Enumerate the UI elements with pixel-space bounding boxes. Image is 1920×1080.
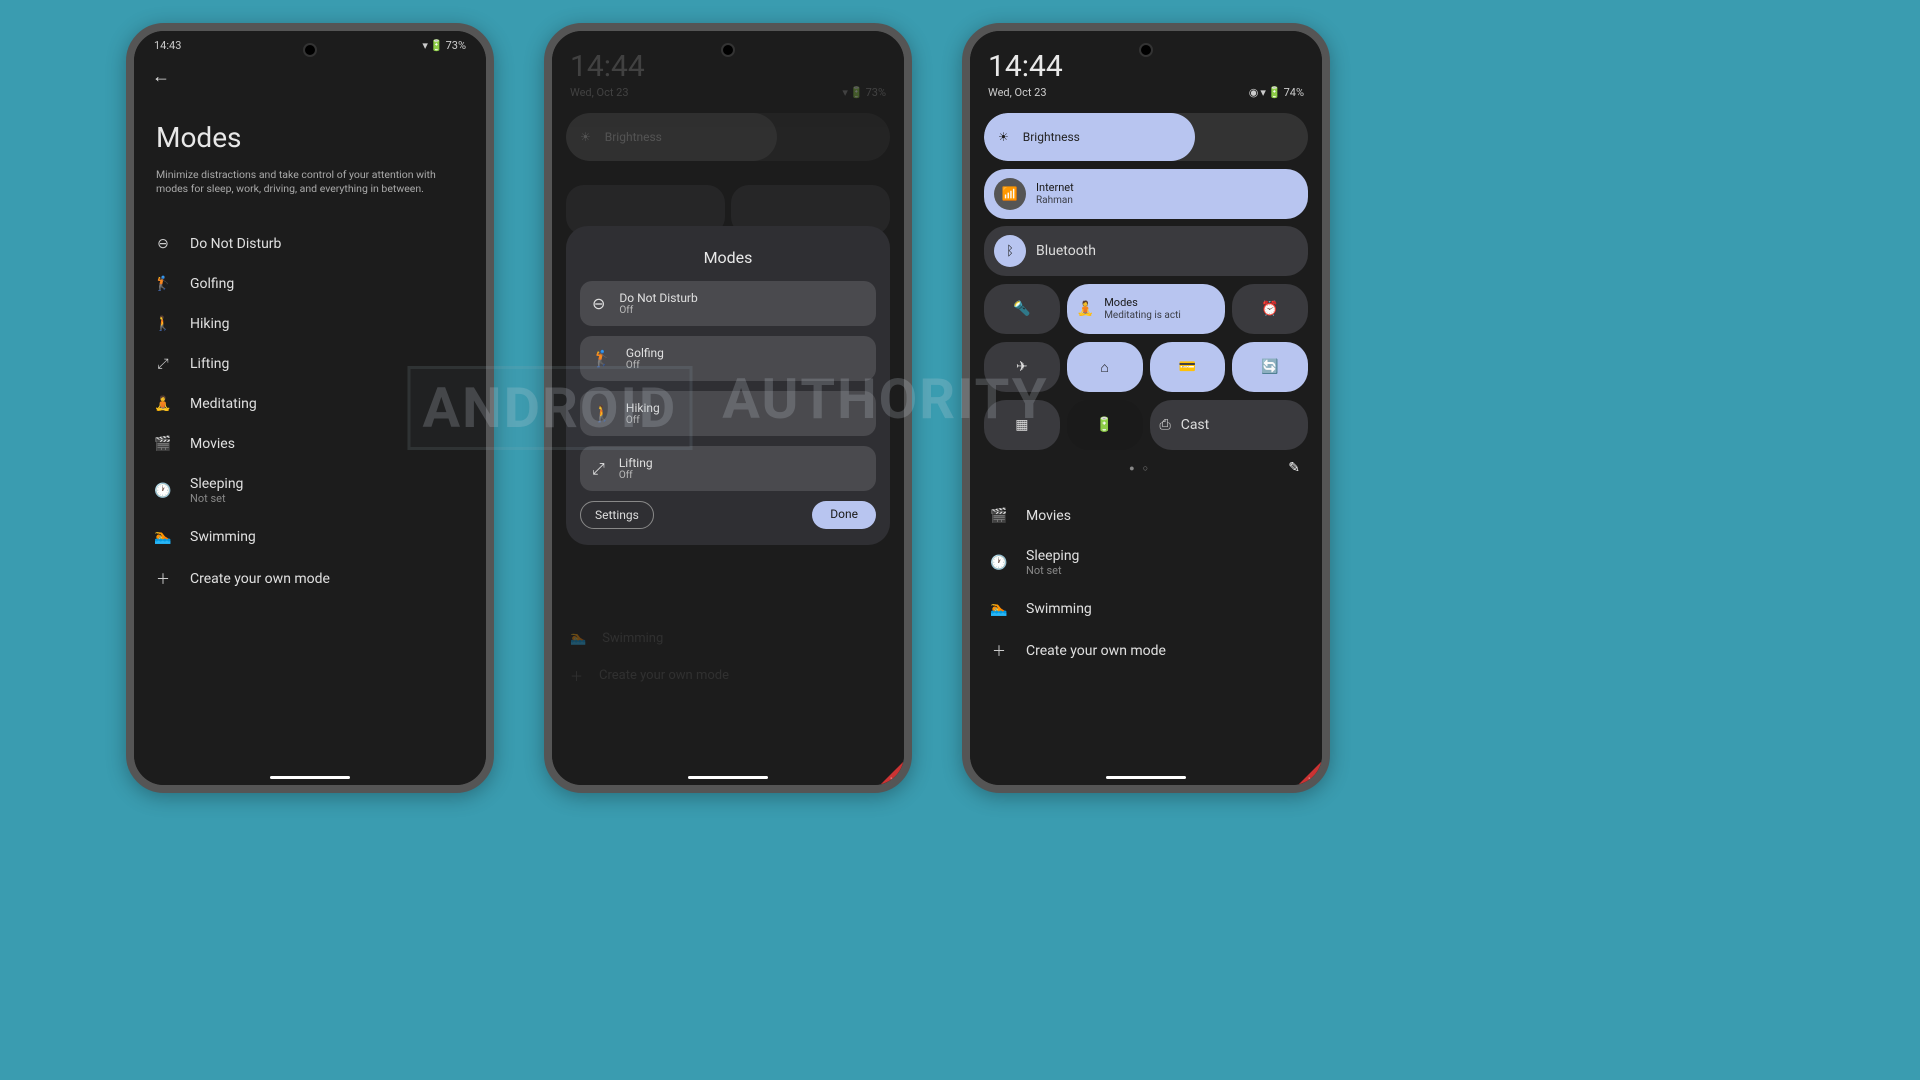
lifting-icon: ⤢ bbox=[154, 356, 172, 372]
swimming-icon: 🏊 bbox=[990, 601, 1008, 617]
tile-airplane[interactable]: ✈ bbox=[984, 342, 1060, 392]
wifi-icon: ▾ bbox=[1260, 86, 1266, 99]
dnd-icon: ⊖ bbox=[154, 236, 172, 252]
ghost-create: ＋Create your own mode bbox=[566, 656, 890, 695]
battery-icon: 🔋 bbox=[430, 39, 444, 52]
page-indicator-row: ● ○ ✎ bbox=[984, 450, 1308, 480]
mode-swimming[interactable]: 🏊Swimming bbox=[148, 517, 472, 557]
settings-button[interactable]: Settings bbox=[580, 501, 654, 529]
home-indicator[interactable] bbox=[270, 776, 350, 779]
wifi-icon: 📶 bbox=[994, 178, 1026, 210]
ghost-swimming: 🏊Swimming bbox=[566, 621, 890, 656]
battery-icon: 🔋 bbox=[1096, 417, 1113, 433]
list-swimming[interactable]: 🏊Swimming bbox=[984, 589, 1308, 629]
home-icon: ⌂ bbox=[1100, 359, 1108, 376]
hiking-icon: 🚶 bbox=[592, 404, 612, 423]
modes-dialog: Modes ⊖Do Not DisturbOff 🏌GolfingOff 🚶Hi… bbox=[566, 226, 890, 545]
status-time: 14:43 bbox=[154, 39, 181, 52]
brightness-icon: ☀ bbox=[998, 130, 1009, 144]
wallet-icon: 💳 bbox=[1179, 359, 1196, 375]
flashlight-icon: 🔦 bbox=[1013, 301, 1030, 317]
brightness-icon: ☀ bbox=[580, 130, 591, 144]
front-camera bbox=[303, 43, 317, 57]
dialog-title: Modes bbox=[580, 242, 876, 281]
phone-1-settings-modes: 14:43 ▾ 🔋 73% ← Modes Minimize distracti… bbox=[126, 23, 494, 793]
mode-golfing[interactable]: 🏌Golfing bbox=[148, 264, 472, 304]
bluetooth-icon: ᛒ bbox=[994, 235, 1026, 267]
brightness-slider[interactable]: ☀Brightness bbox=[566, 113, 890, 161]
tile-internet[interactable]: 📶InternetRahman bbox=[984, 169, 1308, 219]
mode-meditating[interactable]: 🧘Meditating bbox=[148, 384, 472, 424]
battery-icon: 🔋 bbox=[1268, 86, 1282, 99]
tile-home[interactable]: ⌂ bbox=[1067, 342, 1143, 392]
swimming-icon: 🏊 bbox=[154, 529, 172, 545]
brightness-slider[interactable]: ☀Brightness bbox=[984, 113, 1308, 161]
tile-flashlight[interactable]: 🔦 bbox=[984, 284, 1060, 334]
hiking-icon: 🚶 bbox=[154, 316, 172, 332]
meditating-icon: 🧘 bbox=[154, 396, 172, 412]
lifting-icon: ⤢ bbox=[592, 459, 605, 479]
alarm-icon: ⏰ bbox=[1261, 301, 1278, 317]
qs-clock: 14:44 bbox=[984, 31, 1308, 84]
list-create-mode[interactable]: ＋Create your own mode bbox=[984, 629, 1308, 673]
create-mode-button[interactable]: ＋Create your own mode bbox=[148, 557, 472, 601]
tile-wallet[interactable]: 💳 bbox=[1150, 342, 1226, 392]
dialog-item-dnd[interactable]: ⊖Do Not DisturbOff bbox=[580, 281, 876, 326]
front-camera bbox=[1139, 43, 1153, 57]
tile-bluetooth[interactable]: ᛒBluetooth bbox=[984, 226, 1308, 276]
wifi-icon: ▾ bbox=[422, 39, 428, 52]
dnd-icon: ⊖ bbox=[592, 294, 605, 313]
tile-battery[interactable]: 🔋 bbox=[1067, 400, 1143, 450]
mode-sleeping[interactable]: 🕐SleepingNot set bbox=[148, 464, 472, 517]
flexi-badge: flexi📱 bbox=[1272, 735, 1322, 785]
qs-date: Wed, Oct 23 ◉▾🔋74% bbox=[984, 84, 1308, 113]
done-button[interactable]: Done bbox=[812, 501, 876, 529]
page-dots: ● ○ bbox=[992, 463, 1288, 474]
qr-icon: ▦ bbox=[1015, 417, 1028, 433]
wifi-icon: ▾ bbox=[842, 86, 848, 99]
home-indicator[interactable] bbox=[1106, 776, 1186, 779]
rotate-icon: 🔄 bbox=[1261, 359, 1278, 375]
battery-icon: 🔋 bbox=[850, 86, 864, 99]
cast-icon: ⎙ bbox=[1160, 417, 1171, 433]
tile-alarm[interactable]: ⏰ bbox=[1232, 284, 1308, 334]
qs-clock: 14:44 bbox=[566, 31, 890, 84]
mode-do-not-disturb[interactable]: ⊖Do Not Disturb bbox=[148, 224, 472, 264]
tile-modes[interactable]: 🧘ModesMeditating is acti bbox=[1067, 284, 1226, 334]
list-sleeping[interactable]: 🕐SleepingNot set bbox=[984, 536, 1308, 589]
list-movies[interactable]: 🎬Movies bbox=[984, 496, 1308, 536]
phone-3-quick-settings: 14:44 Wed, Oct 23 ◉▾🔋74% ☀Brightness 📶In… bbox=[962, 23, 1330, 793]
mode-movies[interactable]: 🎬Movies bbox=[148, 424, 472, 464]
mode-lifting[interactable]: ⤢Lifting bbox=[148, 344, 472, 384]
front-camera bbox=[721, 43, 735, 57]
battery-pct: 73% bbox=[446, 39, 466, 52]
golf-icon: 🏌 bbox=[592, 349, 612, 368]
clock-icon: 🕐 bbox=[154, 483, 172, 499]
tile-cast[interactable]: ⎙Cast bbox=[1150, 400, 1309, 450]
dialog-item-hiking[interactable]: 🚶HikingOff bbox=[580, 391, 876, 436]
modes-list: ⊖Do Not Disturb 🏌Golfing 🚶Hiking ⤢Liftin… bbox=[148, 224, 472, 601]
dialog-item-lifting[interactable]: ⤢LiftingOff bbox=[580, 446, 876, 491]
location-icon: ◉ bbox=[1249, 86, 1259, 99]
meditating-icon: 🧘 bbox=[1077, 301, 1094, 317]
dialog-item-golfing[interactable]: 🏌GolfingOff bbox=[580, 336, 876, 381]
movies-icon: 🎬 bbox=[990, 508, 1008, 524]
qs-date: Wed, Oct 23 ▾🔋73% bbox=[566, 84, 890, 113]
clock-icon: 🕐 bbox=[990, 555, 1008, 571]
home-indicator[interactable] bbox=[688, 776, 768, 779]
edit-tiles-button[interactable]: ✎ bbox=[1288, 460, 1300, 476]
plus-icon: ＋ bbox=[990, 641, 1008, 661]
plus-icon: ＋ bbox=[154, 569, 172, 589]
tile-rotate[interactable]: 🔄 bbox=[1232, 342, 1308, 392]
phone-2-modes-dialog: 14:44 Wed, Oct 23 ▾🔋73% ☀Brightness Mode… bbox=[544, 23, 912, 793]
movies-icon: 🎬 bbox=[154, 436, 172, 452]
page-title: Modes bbox=[148, 87, 472, 160]
mode-hiking[interactable]: 🚶Hiking bbox=[148, 304, 472, 344]
page-description: Minimize distractions and take control o… bbox=[148, 160, 472, 224]
tile-qr[interactable]: ▦ bbox=[984, 400, 1060, 450]
golf-icon: 🏌 bbox=[154, 276, 172, 292]
flexi-badge: flexi📱 bbox=[854, 735, 904, 785]
back-button[interactable]: ← bbox=[148, 56, 472, 87]
airplane-icon: ✈ bbox=[1016, 359, 1028, 375]
